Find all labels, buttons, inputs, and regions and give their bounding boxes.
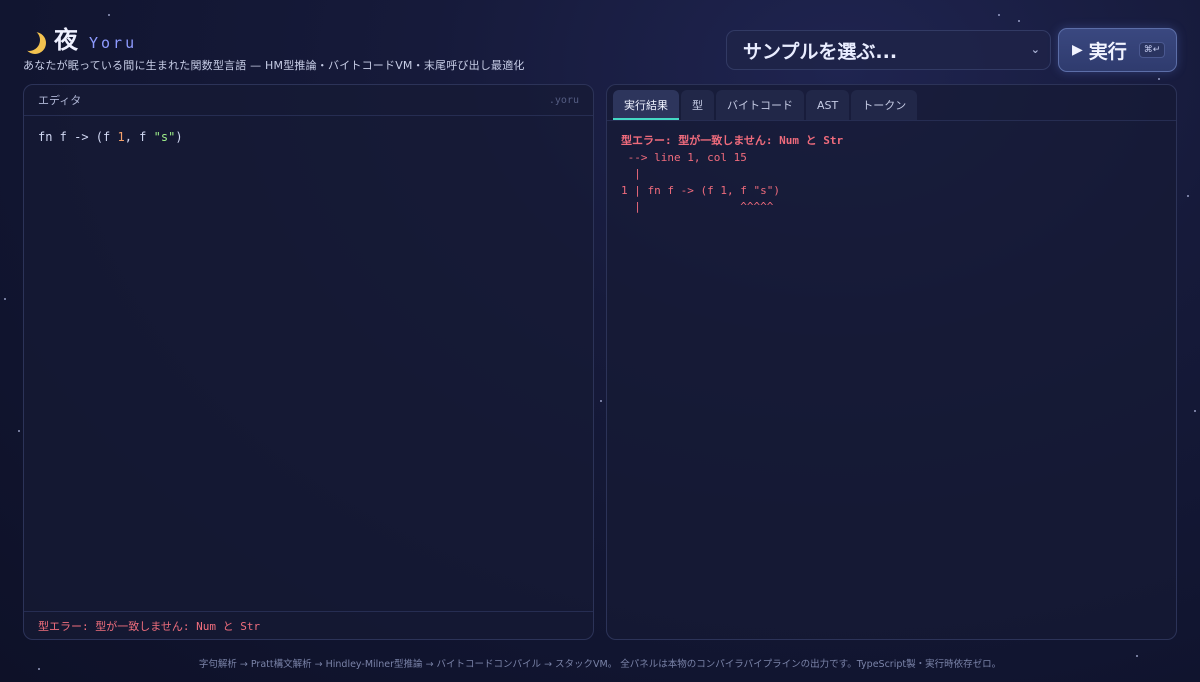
code-number-literal: 1 [117, 130, 125, 144]
editor-status-bar: 型エラー: 型が一致しません: Num と Str [24, 611, 593, 639]
tab-types[interactable]: 型 [681, 90, 714, 120]
output-content: 型エラー: 型が一致しません: Num と Str --> line 1, co… [607, 121, 1176, 228]
tab-ast[interactable]: AST [806, 90, 850, 120]
tab-bytecode[interactable]: バイトコード [716, 90, 804, 120]
star-decoration [18, 430, 20, 432]
star-decoration [1194, 410, 1196, 412]
star-decoration [1158, 78, 1160, 80]
play-icon: ▶ [1072, 42, 1083, 58]
tab-tokens[interactable]: トークン [851, 90, 918, 120]
output-line: | [621, 167, 641, 180]
star-decoration [1187, 195, 1189, 197]
tagline: あなたが眠っている間に生まれた関数型言語 — HM型推論・バイトコードVM・末尾… [23, 59, 525, 72]
tab-result[interactable]: 実行結果 [613, 90, 679, 120]
star-decoration [4, 298, 6, 300]
output-tabs: 実行結果 型 バイトコード AST トークン [607, 85, 1176, 121]
star-decoration [108, 14, 110, 16]
star-decoration [1018, 20, 1020, 22]
code-token: fn f -> (f [38, 130, 118, 144]
brand-name: Yoru [89, 34, 138, 52]
output-line: 型エラー: 型が一致しません: Num と Str [621, 134, 844, 147]
editor-title: エディタ [38, 94, 82, 107]
star-decoration [600, 400, 602, 402]
code-token: ) [175, 130, 183, 144]
keyboard-shortcut-badge: ⌘↵ [1138, 42, 1166, 58]
file-extension: .yoru [548, 94, 579, 106]
editor-header: エディタ .yoru [24, 85, 593, 116]
chevron-down-icon: ⌄ [1030, 43, 1040, 56]
code-editor[interactable]: fn f -> (f 1, f "s") [24, 116, 593, 158]
editor-panel: エディタ .yoru fn f -> (f 1, f "s") 型エラー: 型が… [23, 84, 594, 640]
brand-kanji: 夜 [54, 26, 79, 54]
output-line: 1 | fn f -> (f 1, f "s") [621, 183, 780, 197]
output-line: --> line 1, col 15 [621, 150, 747, 164]
footer-note: 字句解析 → Pratt構文解析 → Hindley-Milner型推論 → バ… [198, 659, 1002, 670]
crescent-moon-icon [18, 29, 40, 51]
star-decoration [998, 14, 1000, 16]
code-token: , f [124, 130, 154, 144]
app-brand: 夜 Yoru [22, 20, 137, 55]
run-button[interactable]: ▶ 実行 ⌘↵ [1058, 28, 1177, 72]
sample-select[interactable]: サンプルを選ぶ... ⌄ [726, 30, 1051, 70]
output-panel: 実行結果 型 バイトコード AST トークン 型エラー: 型が一致しません: N… [606, 84, 1177, 640]
code-string-literal: "s" [153, 130, 176, 144]
run-button-label: 実行 [1088, 40, 1127, 63]
sample-select-label: サンプルを選ぶ... [743, 40, 898, 63]
output-line: | ^^^^^ [621, 200, 774, 213]
